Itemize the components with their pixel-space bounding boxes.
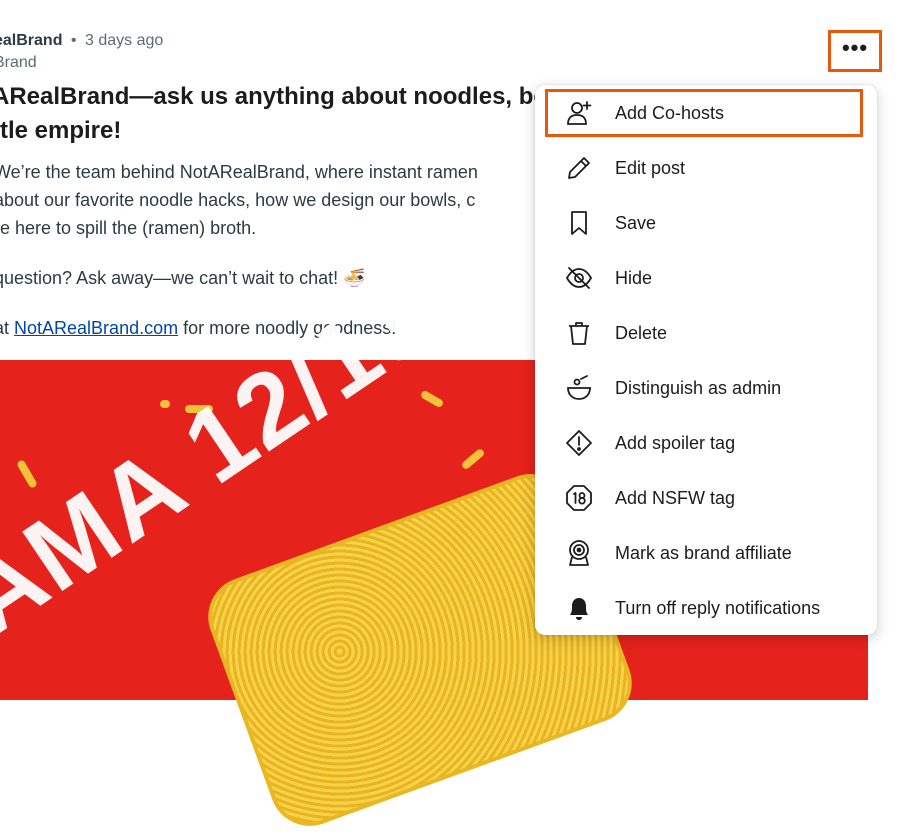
trash-icon xyxy=(565,319,593,347)
more-options-button[interactable]: ••• xyxy=(828,30,882,72)
menu-item-mark-as-brand-affiliate[interactable]: Mark as brand affiliate xyxy=(543,528,869,578)
separator-dot: • xyxy=(70,32,77,49)
nsfw-18-icon xyxy=(565,484,593,512)
menu-item-save[interactable]: Save xyxy=(543,198,869,248)
menu-item-hide[interactable]: Hide xyxy=(543,253,869,303)
post-meta: ealBrand • 3 days ago xyxy=(0,32,163,50)
menu-item-label: Delete xyxy=(615,322,668,343)
pencil-icon xyxy=(565,154,593,182)
menu-item-label: Save xyxy=(615,212,657,233)
brand-website-link[interactable]: NotARealBrand.com xyxy=(14,318,178,338)
menu-item-label: Add spoiler tag xyxy=(615,432,736,453)
menu-item-add-nsfw-tag[interactable]: Add NSFW tag xyxy=(543,473,869,523)
spoiler-icon xyxy=(565,429,593,457)
post-time: 3 days ago xyxy=(84,32,164,49)
add-user-icon xyxy=(565,99,593,127)
menu-item-delete[interactable]: Delete xyxy=(543,308,869,358)
menu-item-label: Add NSFW tag xyxy=(615,487,736,508)
menu-item-label: Edit post xyxy=(615,157,686,178)
post-subline: Brand xyxy=(0,54,37,71)
brand-affiliate-icon xyxy=(565,539,593,567)
post-body: We’re the team behind NotARealBrand, whe… xyxy=(0,158,534,364)
menu-item-distinguish-as-admin[interactable]: Distinguish as admin xyxy=(543,363,869,413)
post-paragraph: We’re the team behind NotARealBrand, whe… xyxy=(0,162,478,238)
menu-item-turn-off-reply-notifications[interactable]: Turn off reply notifications xyxy=(543,583,869,633)
admin-badge-icon xyxy=(565,374,593,402)
menu-item-label: Hide xyxy=(615,267,653,288)
link-prefix: at xyxy=(0,318,10,338)
menu-item-label: Turn off reply notifications xyxy=(615,597,821,618)
menu-item-label: Distinguish as admin xyxy=(615,377,782,398)
bookmark-icon xyxy=(565,209,593,237)
bell-icon xyxy=(565,594,593,622)
menu-item-add-co-hosts[interactable]: Add Co-hosts xyxy=(545,89,863,137)
post-paragraph: question? Ask away—we can’t wait to chat… xyxy=(0,268,366,288)
menu-item-edit-post[interactable]: Edit post xyxy=(543,143,869,193)
more-options-icon: ••• xyxy=(841,35,869,60)
author-name[interactable]: ealBrand xyxy=(0,32,62,49)
post-options-menu: Add Co-hosts Edit post Save Hide Delete … xyxy=(535,85,877,635)
eye-off-icon xyxy=(565,264,593,292)
menu-item-label: Mark as brand affiliate xyxy=(615,542,792,563)
post-title: ARealBrand—ask us anything about noodles… xyxy=(0,83,549,144)
menu-item-add-spoiler-tag[interactable]: Add spoiler tag xyxy=(543,418,869,468)
menu-item-label: Add Co-hosts xyxy=(615,102,725,123)
